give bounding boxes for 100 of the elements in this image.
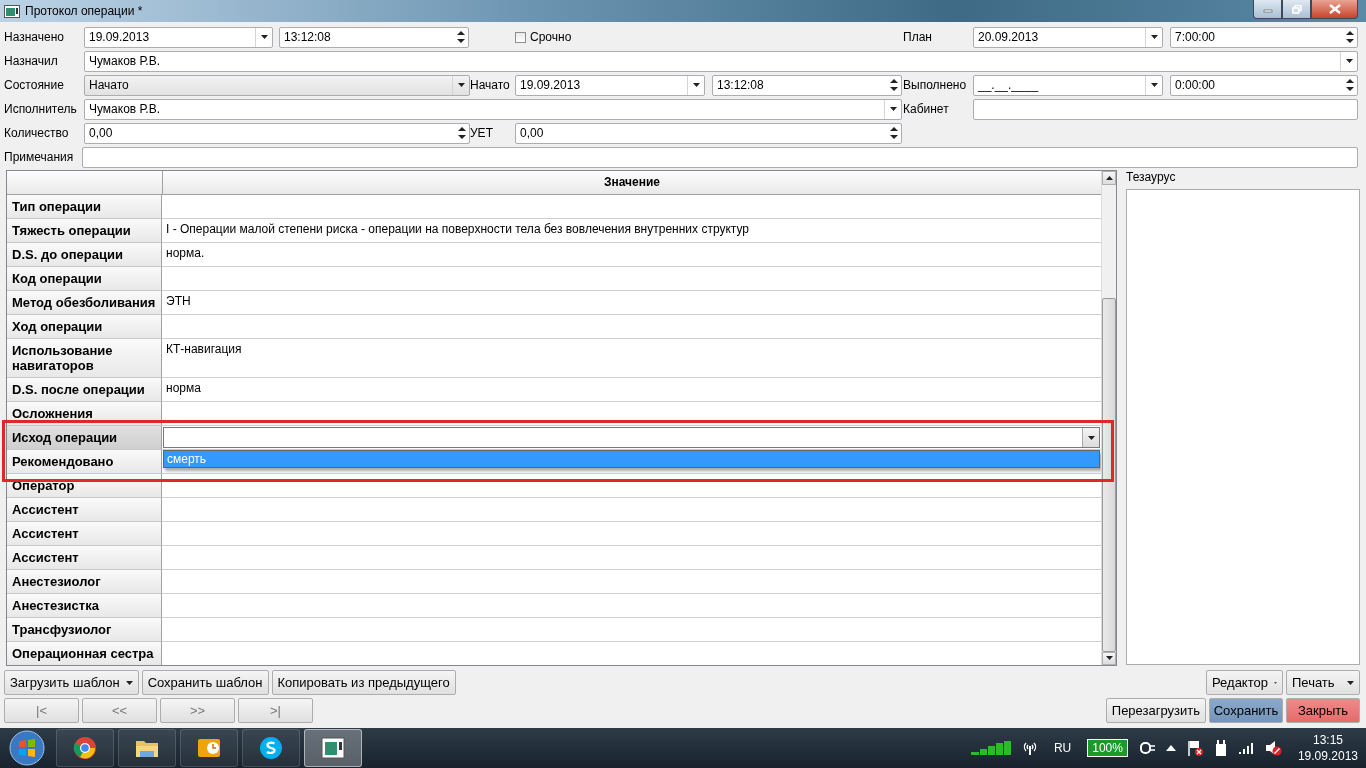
row-label[interactable]: Оператор [7, 474, 162, 498]
flag-icon[interactable] [1185, 739, 1204, 757]
window-title: Протокол операции * [25, 4, 144, 18]
taskbar-button[interactable] [242, 729, 300, 767]
spin-arrows-icon[interactable] [458, 126, 466, 140]
up-arrow-icon[interactable] [1165, 745, 1176, 751]
row-label[interactable]: Ассистент [7, 522, 162, 546]
row-label[interactable]: Использование навигаторов [7, 339, 162, 378]
taskbar-button[interactable] [56, 729, 114, 767]
row-label[interactable]: Тип операции [7, 195, 162, 219]
row-label[interactable]: Рекомендовано [7, 450, 162, 474]
scrollbar-thumb[interactable] [1102, 297, 1116, 652]
row-label[interactable]: Операционная сестра [7, 642, 162, 665]
row-label[interactable]: Метод обезболивания [7, 291, 162, 315]
row-label[interactable]: Тяжесть операции [7, 219, 162, 243]
row-label[interactable]: D.S. до операции [7, 243, 162, 267]
date-field[interactable]: 19.09.2013 [84, 26, 273, 48]
signal-strength-icon[interactable] [969, 740, 1012, 756]
time-field[interactable]: 7:00:00 [1170, 26, 1358, 48]
window-icon[interactable] [320, 735, 346, 761]
toolbar-button[interactable]: Редактор [1206, 670, 1283, 695]
power-plug-icon[interactable] [1137, 741, 1156, 755]
language-indicator[interactable]: RU [1053, 741, 1072, 755]
row-label[interactable]: Анестезиолог [7, 570, 162, 594]
input-field[interactable] [973, 98, 1358, 120]
row-label[interactable]: Код операции [7, 267, 162, 291]
field-label: Состояние [4, 77, 65, 94]
taskbar-button[interactable] [180, 729, 238, 767]
spin-arrows-icon[interactable] [457, 30, 465, 44]
select-field[interactable]: Начато [84, 74, 470, 96]
clock[interactable]: 13:15 19.09.2013 [1297, 732, 1358, 764]
date-field[interactable]: __.__.____ [973, 74, 1163, 96]
toolbar-button[interactable]: Сохранить шаблон [141, 670, 269, 695]
scroll-up-button[interactable] [1102, 171, 1116, 185]
up-arrow-icon[interactable] [1105, 175, 1113, 180]
toolbar-button[interactable]: Печать [1286, 670, 1360, 695]
network-bars-icon[interactable] [1237, 741, 1254, 755]
time-field[interactable]: 0:00:00 [1170, 74, 1358, 96]
nav-button[interactable]: << [82, 698, 157, 723]
row-label[interactable]: Исход операции [7, 426, 162, 450]
date-field[interactable]: 20.09.2013 [973, 26, 1163, 48]
caret-icon[interactable] [457, 83, 465, 87]
combo-field[interactable]: Чумаков Р.В. [84, 50, 1358, 72]
row-label[interactable]: Ассистент [7, 546, 162, 570]
caret-icon[interactable] [889, 107, 897, 111]
toolbar-button[interactable]: Копировать из предыдущего [271, 670, 456, 695]
nav-button[interactable]: |< [4, 698, 79, 723]
caret-icon[interactable] [1150, 35, 1158, 39]
value-cell-text: I - Операции малой степени риска - операции на поверхности тела без вовлечения внутренних структур [165, 221, 750, 238]
number-field[interactable]: 0,00 [84, 122, 470, 144]
spin-arrows-icon[interactable] [1346, 78, 1354, 92]
input-field[interactable] [82, 146, 1358, 168]
down-arrow-icon[interactable] [1105, 656, 1113, 661]
reload-button[interactable]: Перезагрузить [1105, 698, 1206, 723]
close-icon[interactable] [1328, 4, 1341, 14]
restore-button[interactable] [1282, 0, 1311, 19]
combo-field[interactable]: Чумаков Р.В. [84, 98, 902, 120]
taskbar-button[interactable] [304, 729, 362, 767]
combo-field[interactable] [163, 427, 1100, 448]
caret-icon[interactable] [1347, 680, 1354, 685]
field-label: План [903, 29, 933, 46]
time-field[interactable]: 13:12:08 [712, 74, 902, 96]
caret-icon[interactable] [260, 35, 268, 39]
close-button[interactable] [1311, 0, 1358, 19]
close-button[interactable]: Закрыть [1286, 698, 1360, 723]
nav-button[interactable]: >| [238, 698, 313, 723]
power-icon[interactable] [1213, 739, 1228, 757]
date-field[interactable]: 19.09.2013 [515, 74, 705, 96]
spin-arrows-icon[interactable] [890, 78, 898, 92]
caret-icon[interactable] [1150, 83, 1158, 87]
row-label[interactable]: Ход операции [7, 315, 162, 339]
caret-icon[interactable] [1345, 59, 1353, 63]
row-label[interactable]: Анестезистка [7, 594, 162, 618]
caret-icon[interactable] [1087, 435, 1095, 440]
number-field[interactable]: 0,00 [515, 122, 902, 144]
start-button[interactable] [8, 729, 46, 767]
caret-icon[interactable] [692, 83, 700, 87]
save-button[interactable]: Сохранить [1209, 698, 1283, 723]
value-cell-text: норма. [165, 245, 206, 262]
spin-arrows-icon[interactable] [1346, 30, 1354, 44]
clock-date: 19.09.2013 [1297, 748, 1358, 764]
chat-icon[interactable] [258, 735, 284, 761]
row-label[interactable]: Трансфузиолог [7, 618, 162, 642]
value-cell-text: норма [165, 380, 202, 397]
speaker-muted-icon[interactable] [1263, 739, 1282, 757]
row-label[interactable]: Ассистент [7, 498, 162, 522]
browser-icon[interactable] [72, 735, 98, 761]
nav-button[interactable]: >> [160, 698, 235, 723]
checkbox[interactable]: Срочно [515, 27, 903, 47]
minimize-button[interactable] [1253, 0, 1282, 19]
taskbar-button[interactable] [118, 729, 176, 767]
caret-icon[interactable] [125, 680, 133, 685]
wireless-icon[interactable] [1021, 740, 1038, 756]
field-label: Исполнитель [4, 101, 78, 118]
field-label: Начато [470, 77, 511, 94]
spin-arrows-icon[interactable] [890, 126, 898, 140]
toolbar-button[interactable]: Загрузить шаблон [4, 670, 139, 695]
row-label[interactable]: D.S. после операции [7, 378, 162, 402]
battery-indicator[interactable]: 100% [1087, 739, 1128, 757]
time-field[interactable]: 13:12:08 [279, 26, 469, 48]
